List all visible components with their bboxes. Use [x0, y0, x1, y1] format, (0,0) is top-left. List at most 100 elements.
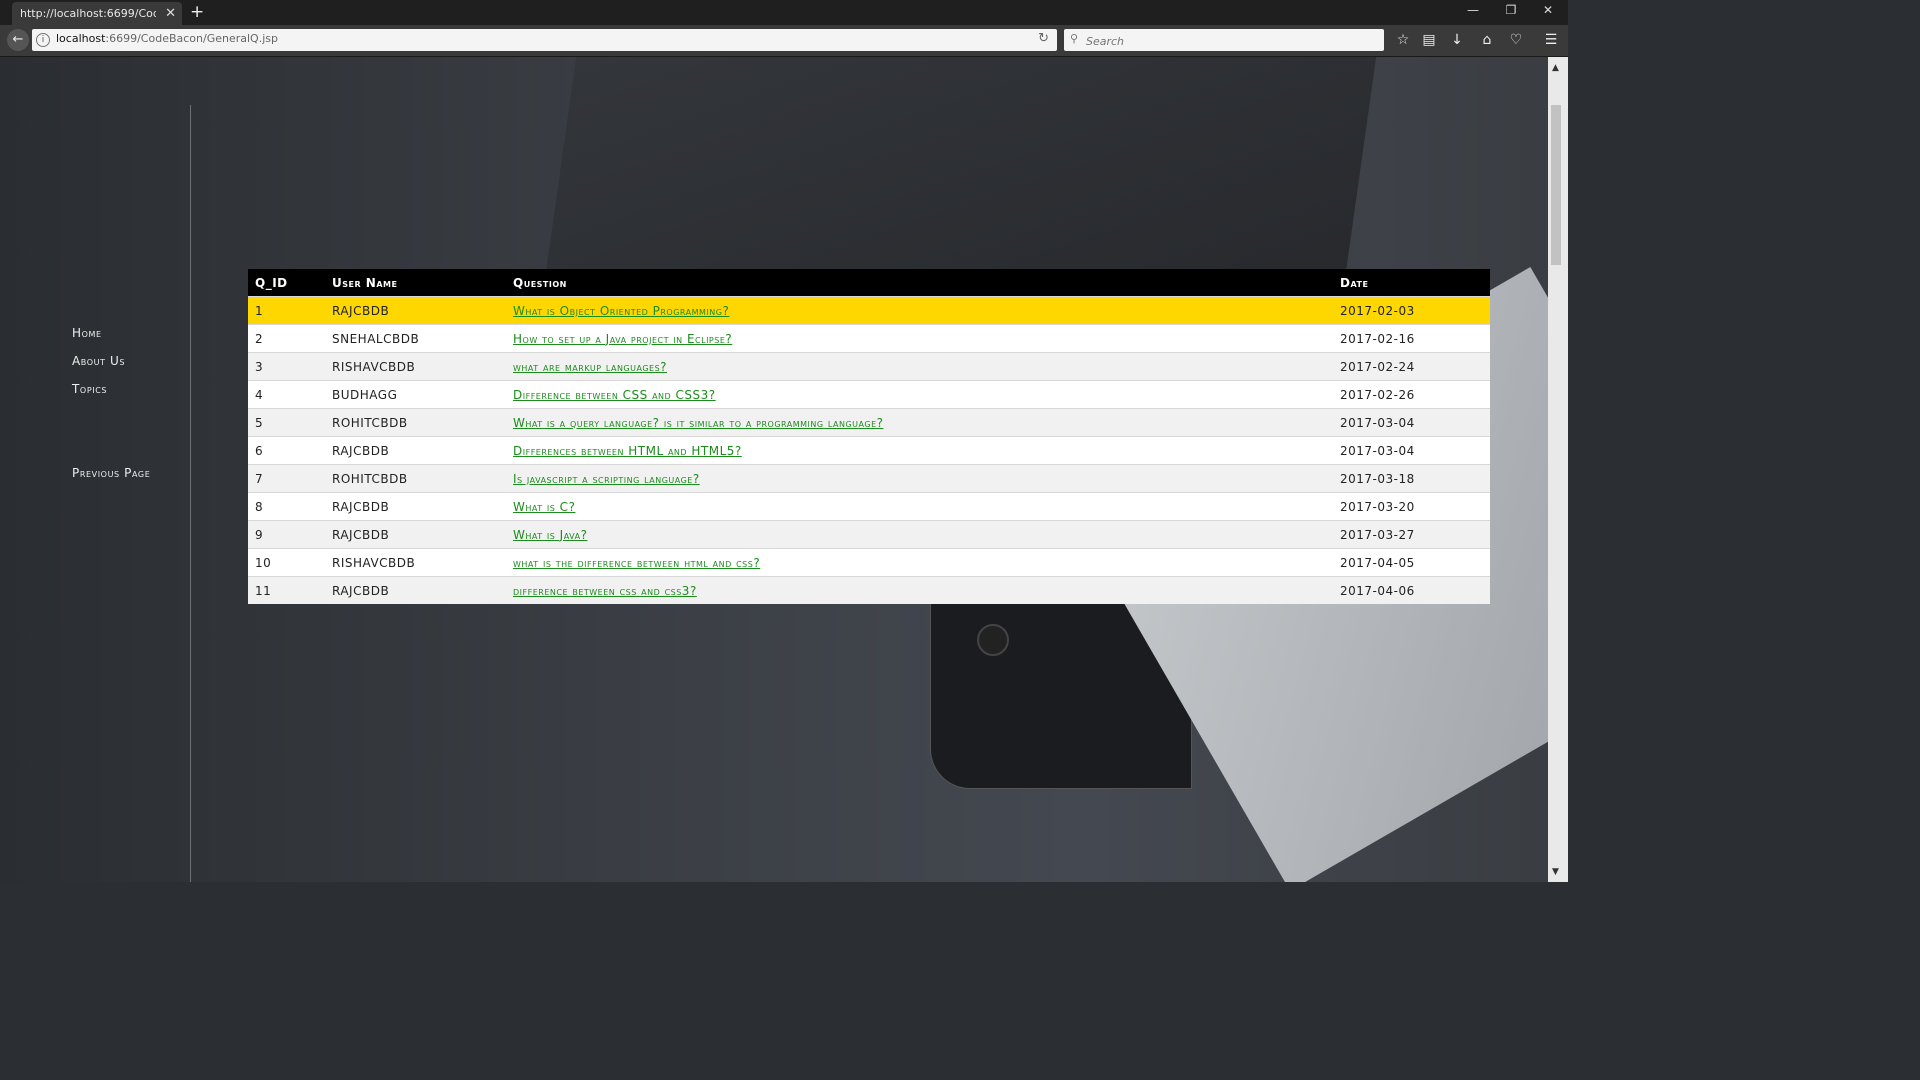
cell-username: ROHITCBDB — [325, 408, 506, 437]
question-link[interactable]: How to set up a Java project in Eclipse? — [513, 332, 732, 346]
header-date: Date — [1333, 269, 1490, 297]
search-input[interactable] — [1084, 32, 1378, 50]
cell-question: Difference between CSS and CSS3? — [506, 380, 1333, 409]
cell-question: What is a query language? is it similar … — [506, 408, 1333, 437]
cell-question: difference between css and css3? — [506, 576, 1333, 604]
table-row: 2 SNEHALCBDB How to set up a Java project … — [248, 324, 1490, 353]
scroll-up-icon[interactable]: ▲ — [1552, 63, 1559, 73]
cell-date: 2017-03-18 — [1333, 464, 1490, 493]
cell-date: 2017-03-04 — [1333, 436, 1490, 465]
cell-username: RAJCBDB — [325, 296, 506, 325]
nav-topics-link[interactable]: Topics — [72, 381, 125, 397]
question-link[interactable]: What is Java? — [513, 528, 588, 542]
cell-username: RAJCBDB — [325, 436, 506, 465]
tab-strip: http://localhost:6699/CodeBacon ✕ + — ❐ … — [0, 0, 1568, 25]
question-link[interactable]: What is a query language? is it similar … — [513, 416, 884, 430]
minimize-icon[interactable]: — — [1463, 3, 1483, 17]
cell-qid: 9 — [248, 520, 325, 549]
vertical-scrollbar[interactable]: ▲ ▼ — [1548, 57, 1568, 882]
cell-date: 2017-04-05 — [1333, 548, 1490, 577]
url-text: localhost:6699/CodeBacon/GeneralQ.jsp — [56, 32, 278, 45]
cell-qid: 2 — [248, 324, 325, 353]
menu-icon[interactable]: ☰ — [1541, 31, 1561, 49]
table-row: 1 RAJCBDB What is Object Oriented Programm… — [248, 296, 1490, 325]
cell-username: ROHITCBDB — [325, 464, 506, 493]
browser-tab[interactable]: http://localhost:6699/CodeBacon ✕ — [12, 2, 182, 25]
cell-question: Differences between HTML and HTML5? — [506, 436, 1333, 465]
cell-question: How to set up a Java project in Eclipse? — [506, 324, 1333, 353]
nav-home-link[interactable]: Home — [72, 325, 125, 341]
header-qid: Q_ID — [248, 269, 325, 297]
table-header-row: Q_ID User Name Question Date — [248, 269, 1490, 297]
cell-question: what are markup languages? — [506, 352, 1333, 381]
cell-date: 2017-02-16 — [1333, 324, 1490, 353]
cell-date: 2017-03-04 — [1333, 408, 1490, 437]
nav-about-link[interactable]: About Us — [72, 353, 125, 369]
table-row: 9 RAJCBDB What is Java? 2017-03-27 — [248, 520, 1490, 549]
search-box[interactable]: ⚲ — [1064, 29, 1384, 51]
table-body: 1 RAJCBDB What is Object Oriented Programm… — [248, 296, 1490, 604]
question-link[interactable]: What is C? — [513, 500, 575, 514]
sidebar-divider — [190, 105, 191, 882]
scroll-thumb[interactable] — [1551, 105, 1561, 265]
reading-list-icon[interactable]: ▤ — [1419, 31, 1439, 49]
question-link[interactable]: Is javascript a scripting language? — [513, 472, 700, 486]
cell-question: What is Object Oriented Programming? — [506, 296, 1333, 325]
reload-icon[interactable]: ↻ — [1038, 31, 1049, 46]
cell-qid: 11 — [248, 576, 325, 604]
table-row: 4 BUDHAGG Difference between CSS and CSS3?… — [248, 380, 1490, 409]
table-row: 7 ROHITCBDB Is javascript a scripting lang… — [248, 464, 1490, 493]
pocket-icon[interactable]: ♡ — [1506, 31, 1526, 49]
cell-qid: 4 — [248, 380, 325, 409]
cell-qid: 6 — [248, 436, 325, 465]
table-row: 10 RISHAVCBDB what is the difference betwe… — [248, 548, 1490, 577]
cell-qid: 10 — [248, 548, 325, 577]
new-tab-button[interactable]: + — [190, 1, 204, 24]
cell-date: 2017-03-20 — [1333, 492, 1490, 521]
cell-qid: 5 — [248, 408, 325, 437]
table-row: 6 RAJCBDB Differences between HTML and HTM… — [248, 436, 1490, 465]
url-path: :6699/CodeBacon/GeneralQ.jsp — [105, 32, 278, 45]
bookmark-star-icon[interactable]: ☆ — [1393, 31, 1413, 49]
cell-question: What is Java? — [506, 520, 1333, 549]
header-username: User Name — [325, 269, 506, 297]
sidebar-nav: Home About Us Topics — [72, 325, 125, 409]
phone-home-button — [977, 624, 1009, 656]
cell-qid: 8 — [248, 492, 325, 521]
question-link[interactable]: Difference between CSS and CSS3? — [513, 388, 716, 402]
back-arrow-icon[interactable]: ← — [7, 29, 29, 51]
search-icon: ⚲ — [1070, 32, 1079, 45]
cell-date: 2017-03-27 — [1333, 520, 1490, 549]
download-icon[interactable]: ↓ — [1447, 31, 1467, 49]
question-link[interactable]: Differences between HTML and HTML5? — [513, 444, 742, 458]
table-row: 11 RAJCBDB difference between css and css3… — [248, 576, 1490, 604]
info-icon[interactable]: i — [36, 33, 50, 47]
tab-title: http://localhost:6699/CodeBacon — [20, 7, 156, 20]
scroll-down-icon[interactable]: ▼ — [1552, 867, 1559, 877]
question-link[interactable]: What is Object Oriented Programming? — [513, 304, 729, 318]
table-row: 8 RAJCBDB What is C? 2017-03-20 — [248, 492, 1490, 521]
maximize-icon[interactable]: ❐ — [1501, 3, 1521, 17]
cell-question: what is the difference between html and … — [506, 548, 1333, 577]
address-bar[interactable]: i localhost:6699/CodeBacon/GeneralQ.jsp … — [32, 29, 1057, 51]
questions-table: Q_ID User Name Question Date 1 RAJCBDB Wha… — [248, 269, 1490, 604]
cell-qid: 3 — [248, 352, 325, 381]
cell-date: 2017-02-24 — [1333, 352, 1490, 381]
cell-username: BUDHAGG — [325, 380, 506, 409]
cell-qid: 7 — [248, 464, 325, 493]
question-link[interactable]: what are markup languages? — [513, 360, 667, 374]
previous-page-link[interactable]: Previous Page — [72, 465, 150, 481]
cell-username: RISHAVCBDB — [325, 352, 506, 381]
cell-date: 2017-02-26 — [1333, 380, 1490, 409]
question-link[interactable]: difference between css and css3? — [513, 584, 697, 598]
window-close-icon[interactable]: ✕ — [1538, 3, 1558, 17]
question-link[interactable]: what is the difference between html and … — [513, 556, 760, 570]
cell-username: RAJCBDB — [325, 520, 506, 549]
cell-question: Is javascript a scripting language? — [506, 464, 1333, 493]
close-tab-icon[interactable]: ✕ — [165, 2, 176, 25]
header-question: Question — [506, 269, 1333, 297]
cell-username: SNEHALCBDB — [325, 324, 506, 353]
url-host: localhost — [56, 32, 106, 45]
page-content: Home About Us Topics Previous Page Q_ID … — [0, 57, 1548, 882]
home-icon[interactable]: ⌂ — [1477, 31, 1497, 49]
